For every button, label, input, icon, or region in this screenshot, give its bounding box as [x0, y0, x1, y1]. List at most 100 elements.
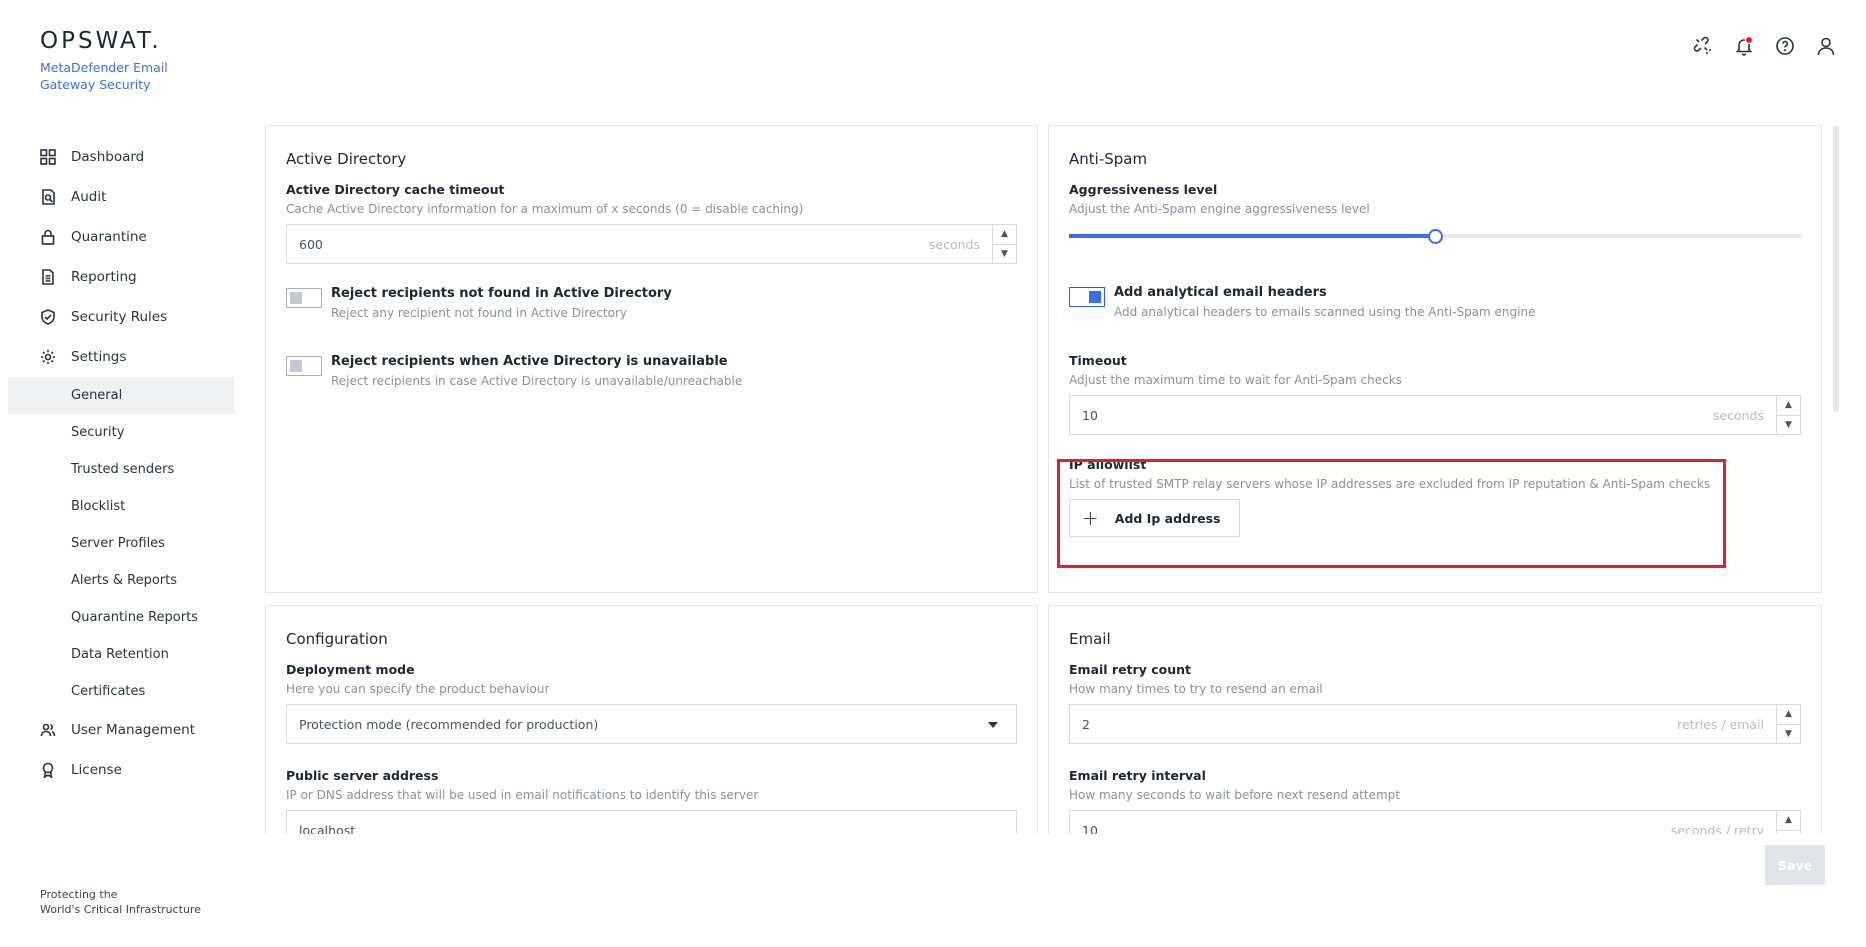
field-description: How many times to try to resend an email: [1069, 682, 1323, 696]
analytical-headers-row: Add analytical email headers Add analyti…: [1069, 285, 1801, 329]
field-description: IP or DNS address that will be used in e…: [286, 788, 759, 802]
toggle-knob: [290, 360, 302, 372]
product-name: MetaDefender Email Gateway Security: [40, 60, 168, 92]
dashboard-icon: [40, 149, 56, 165]
field-label: Deployment mode: [286, 662, 415, 677]
field-description: How many seconds to wait before next res…: [1069, 788, 1401, 802]
gear-icon: [40, 349, 56, 365]
increment-icon[interactable]: ▲: [1777, 396, 1800, 416]
chevron-down-icon: [988, 722, 998, 728]
help-icon[interactable]: [1775, 36, 1795, 56]
user-icon[interactable]: [1816, 36, 1836, 56]
sidebar-item-label: User Management: [71, 722, 195, 738]
header-toolbar: [1693, 36, 1836, 56]
active-directory-card: Active Directory Active Directory cache …: [265, 125, 1038, 593]
shield-check-icon: [40, 309, 56, 325]
increment-icon[interactable]: ▲: [1777, 705, 1800, 725]
input-value: 2: [1082, 716, 1090, 732]
deployment-mode-select[interactable]: Protection mode (recommended for product…: [286, 704, 1017, 744]
reject-not-found-toggle[interactable]: [286, 288, 322, 308]
sidebar-item-security-rules[interactable]: Security Rules: [8, 297, 234, 337]
sidebar-item-dashboard[interactable]: Dashboard: [8, 137, 234, 177]
lock-icon: [40, 229, 56, 245]
sidebar-item-quarantine[interactable]: Quarantine: [8, 217, 234, 257]
input-value: localhost: [299, 822, 356, 835]
field-label: Email retry count: [1069, 662, 1191, 677]
field-description: Here you can specify the product behavio…: [286, 682, 550, 696]
email-retry-interval-input[interactable]: 10 seconds / retry ▲ ▼: [1069, 810, 1801, 834]
tagline: Protecting the World's Critical Infrastr…: [40, 887, 201, 917]
users-icon: [40, 722, 56, 738]
analytical-headers-toggle[interactable]: [1069, 287, 1105, 307]
field-description: Cache Active Directory information for a…: [286, 202, 804, 216]
sidebar-item-license[interactable]: License: [8, 750, 234, 790]
sidebar-nav: Dashboard Audit Quarantine Reporting Sec…: [8, 137, 234, 790]
slider-fill: [1069, 234, 1435, 238]
toggle-title: Reject recipients not found in Active Di…: [331, 286, 672, 301]
decrement-icon[interactable]: ▼: [1777, 725, 1800, 744]
ip-allowlist-section: IP allowlist List of trusted SMTP relay …: [1069, 457, 1801, 537]
sidebar-item-label: Reporting: [71, 269, 137, 285]
card-title: Anti-Spam: [1069, 150, 1148, 168]
field-description: Adjust the maximum time to wait for Anti…: [1069, 373, 1402, 387]
input-value: 10: [1082, 407, 1098, 423]
sidebar-subitem-general[interactable]: General: [8, 377, 234, 414]
link-broken-icon[interactable]: [1693, 36, 1713, 56]
sidebar-subitem-certificates[interactable]: Certificates: [8, 673, 234, 710]
field-label: Public server address: [286, 768, 439, 783]
increment-icon[interactable]: ▲: [1777, 811, 1800, 831]
configuration-card: Configuration Deployment mode Here you c…: [265, 605, 1038, 834]
input-unit: seconds: [928, 237, 980, 252]
settings-content: Active Directory Active Directory cache …: [264, 124, 1830, 834]
toggle-title: Reject recipients when Active Directory …: [331, 354, 728, 369]
sidebar-subitem-blocklist[interactable]: Blocklist: [8, 488, 234, 525]
notification-badge: [1745, 36, 1753, 44]
sidebar-item-label: Dashboard: [71, 149, 145, 165]
input-unit: seconds: [1712, 408, 1764, 423]
cache-timeout-input[interactable]: 600 seconds ▲ ▼: [286, 224, 1017, 264]
sidebar-item-label: Quarantine: [71, 229, 147, 245]
plus-icon: +: [1082, 506, 1099, 530]
document-icon: [40, 269, 56, 285]
toggle-description: Reject recipients in case Active Directo…: [331, 374, 743, 388]
sidebar-subitem-trusted-senders[interactable]: Trusted senders: [8, 451, 234, 488]
audit-icon: [40, 189, 56, 205]
email-card: Email Email retry count How many times t…: [1048, 605, 1822, 834]
logo: OPSWAT. MetaDefender Email Gateway Secur…: [40, 28, 240, 93]
field-label: Active Directory cache timeout: [286, 182, 505, 197]
toggle-description: Reject any recipient not found in Active…: [331, 306, 628, 320]
timeout-input[interactable]: 10 seconds ▲ ▼: [1069, 395, 1801, 435]
content-scrollbar[interactable]: [1833, 126, 1839, 412]
email-retry-count-input[interactable]: 2 retries / email ▲ ▼: [1069, 704, 1801, 744]
bell-icon[interactable]: [1734, 36, 1754, 56]
sidebar-item-label: Security Rules: [71, 309, 168, 325]
sidebar-item-label: Audit: [71, 189, 107, 205]
stepper: ▲ ▼: [1776, 396, 1800, 434]
slider-thumb[interactable]: [1428, 229, 1443, 244]
field-description: List of trusted SMTP relay servers whose…: [1069, 477, 1711, 491]
reject-unavailable-toggle[interactable]: [286, 356, 322, 376]
sidebar-subitem-quarantine-reports[interactable]: Quarantine Reports: [8, 599, 234, 636]
sidebar-item-audit[interactable]: Audit: [8, 177, 234, 217]
sidebar-subitem-server-profiles[interactable]: Server Profiles: [8, 525, 234, 562]
sidebar-subitem-data-retention[interactable]: Data Retention: [8, 636, 234, 673]
sidebar-subitem-alerts-reports[interactable]: Alerts & Reports: [8, 562, 234, 599]
sidebar-subitem-security[interactable]: Security: [8, 414, 234, 451]
sidebar-item-reporting[interactable]: Reporting: [8, 257, 234, 297]
sidebar-item-user-management[interactable]: User Management: [8, 710, 234, 750]
card-title: Configuration: [286, 630, 388, 648]
save-button[interactable]: Save: [1765, 845, 1825, 885]
sidebar-item-settings[interactable]: Settings: [8, 337, 234, 377]
decrement-icon[interactable]: ▼: [993, 245, 1016, 264]
aggressiveness-slider[interactable]: [1069, 229, 1801, 244]
input-unit: seconds / retry: [1670, 823, 1764, 834]
tagline-line-1: Protecting the: [40, 888, 118, 901]
decrement-icon[interactable]: ▼: [1777, 416, 1800, 435]
decrement-icon[interactable]: ▼: [1777, 831, 1800, 835]
field-label: Timeout: [1069, 353, 1127, 368]
increment-icon[interactable]: ▲: [993, 225, 1016, 245]
stepper: ▲ ▼: [1776, 811, 1800, 834]
public-server-address-input[interactable]: localhost: [286, 810, 1017, 834]
input-value: 10: [1082, 822, 1098, 835]
add-ip-address-button[interactable]: + Add Ip address: [1069, 499, 1240, 537]
